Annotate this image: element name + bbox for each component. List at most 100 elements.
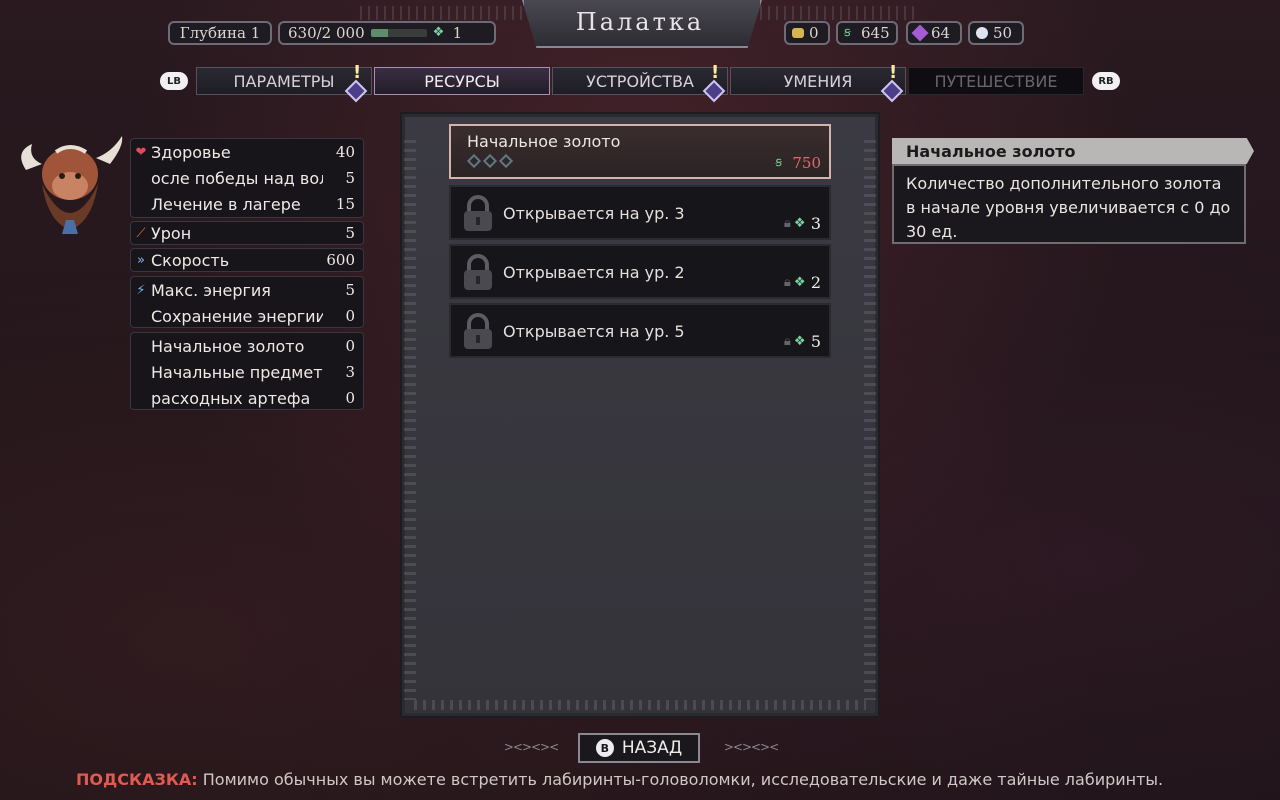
panel-ornament-left [404, 140, 416, 700]
tab-label: ПУТЕШЕСТВИЕ [934, 71, 1058, 91]
upgrade-title: Начальное золото [467, 132, 621, 151]
hero-portrait [21, 136, 123, 234]
stat-value: 600 [326, 251, 355, 269]
ornament-right: ><><>< [723, 740, 779, 754]
stat-value: 3 [345, 363, 355, 381]
upgrade-slot-locked[interactable]: Открывается на ур. 3 🔒︎ ❖ 3 [449, 185, 831, 240]
depth-label: Глубина [179, 24, 246, 42]
silver-orb-icon [976, 27, 988, 39]
damage-stats: ⟋ Урон 5 [130, 221, 364, 245]
cost-value: 750 [792, 154, 821, 172]
tab-label: ПАРАМЕТРЫ [233, 71, 335, 91]
health-stats: ❤ Здоровье 40 осле победы над вол 5 Лече… [130, 138, 364, 218]
progress-text: 630/2 000 [288, 24, 365, 42]
upgrade-slot-locked[interactable]: Открывается на ур. 2 🔒︎ ❖ 2 [449, 244, 831, 299]
resource-stats: Начальное золото 0 Начальные предметь 3 … [130, 332, 364, 410]
stat-value: 0 [345, 389, 355, 407]
stat-start-gold: Начальное золото 0 [131, 333, 363, 359]
stat-speed: » Скорость 600 [131, 249, 363, 271]
progress-rune-count: 1 [452, 24, 463, 42]
tooltip-description: Количество дополнительного золота в нача… [892, 164, 1246, 244]
stat-value: 0 [345, 337, 355, 355]
panel-ornament-bottom [414, 700, 866, 710]
stat-value: 5 [345, 224, 355, 242]
stat-label: Начальное золото [151, 336, 305, 356]
stat-label: Лечение в лагере [151, 194, 301, 214]
stat-label: Скорость [151, 250, 230, 270]
hint-text: Помимо обычных вы можете встретить лабир… [197, 770, 1164, 789]
upgrade-tooltip: Начальное золото Количество дополнительн… [892, 138, 1254, 246]
stat-max-energy: ⚡ Макс. энергия 5 [131, 277, 363, 303]
tab-label: УСТРОЙСТВА [586, 71, 694, 91]
stat-health: ❤ Здоровье 40 [131, 139, 363, 165]
sword-icon: ⟋ [136, 225, 146, 241]
tab-label: РЕСУРСЫ [424, 71, 500, 91]
diamond-icon [702, 79, 726, 103]
diamond-icon [880, 79, 904, 103]
ornament-left: ><><>< [503, 740, 559, 754]
tab-resources[interactable]: РЕСУРСЫ [374, 67, 550, 95]
stat-label: осле победы над вол [151, 168, 323, 188]
heart-icon: ❤ [135, 144, 147, 160]
hint-label: ПОДСКАЗКА: [76, 770, 198, 789]
rune-leaf-icon: ❖ [793, 333, 806, 349]
required-value: 2 [810, 273, 821, 292]
stat-save-energy: Сохранение энергии 0 [131, 303, 363, 327]
alert-indicator: ! [702, 62, 726, 103]
small-lock-icon: 🔒︎ [783, 275, 791, 290]
padlock-icon [464, 254, 492, 290]
stat-damage: ⟋ Урон 5 [131, 222, 363, 244]
tier-indicators [466, 153, 514, 169]
tier-diamond-icon [466, 153, 482, 169]
depth-indicator: Глубина 1 [168, 21, 272, 45]
small-lock-icon: 🔒︎ [783, 334, 791, 349]
stat-label: Начальные предметь [151, 362, 323, 382]
rune-leaf-icon: ❖ [793, 274, 806, 290]
depth-progress: 630/2 000 ❖ 1 [278, 21, 496, 45]
tier-diamond-icon [498, 153, 514, 169]
orbs-counter: 50 [968, 21, 1024, 45]
speed-chevron-icon: » [137, 252, 145, 268]
stat-start-items: Начальные предметь 3 [131, 359, 363, 385]
tab-journey[interactable]: ПУТЕШЕСТВИЕ [908, 67, 1084, 95]
gold-nugget-icon [792, 28, 804, 38]
padlock-icon [464, 195, 492, 231]
hint-line: ПОДСКАЗКА: Помимо обычных вы можете встр… [76, 770, 1216, 789]
stat-label: расходных артефа [151, 388, 311, 408]
rune-leaf-icon: ꞩ [844, 25, 851, 40]
runes-counter: ꞩ 645 [836, 21, 898, 45]
required-value: 5 [810, 332, 821, 351]
stat-value: 40 [335, 143, 355, 161]
runes-value: 645 [861, 24, 890, 42]
gold-value: 0 [809, 24, 819, 42]
stat-label: Макс. энергия [151, 280, 271, 300]
upgrade-slot-start-gold[interactable]: Начальное золото ꞩ 750 [449, 124, 831, 179]
orbs-value: 50 [993, 24, 1013, 42]
stat-value: 5 [345, 281, 355, 299]
alert-indicator: ! [880, 62, 904, 103]
tab-label: УМЕНИЯ [783, 71, 853, 91]
left-bumper-button[interactable]: LB [160, 72, 188, 90]
unlock-requirement: Открывается на ур. 2 [503, 263, 685, 282]
stat-label: Здоровье [151, 142, 231, 162]
purple-gem-icon [911, 24, 929, 42]
rune-leaf-icon: ꞩ [775, 155, 783, 170]
stat-label: Сохранение энергии [151, 306, 323, 326]
alert-indicator: ! [344, 62, 368, 103]
progress-bar-fill [370, 29, 389, 37]
diamond-icon [344, 79, 368, 103]
stat-value: 15 [335, 195, 355, 213]
unlock-requirement: Открывается на ур. 3 [503, 204, 685, 223]
stat-value: 0 [345, 307, 355, 325]
back-button[interactable]: B НАЗАД [578, 733, 700, 763]
right-bumper-button[interactable]: RB [1092, 72, 1120, 90]
page-title: Палатка [575, 8, 705, 36]
energy-stats: ⚡ Макс. энергия 5 Сохранение энергии 0 [130, 276, 364, 328]
required-level: 🔒︎ ❖ 2 [784, 273, 821, 292]
upgrade-slot-locked[interactable]: Открывается на ур. 5 🔒︎ ❖ 5 [449, 303, 831, 358]
depth-value: 1 [250, 24, 261, 42]
stat-after-wolf: осле победы над вол 5 [131, 165, 363, 191]
rune-leaf-icon: ❖ [432, 25, 445, 40]
stat-value: 5 [345, 169, 355, 187]
tooltip-title: Начальное золото [892, 138, 1254, 164]
